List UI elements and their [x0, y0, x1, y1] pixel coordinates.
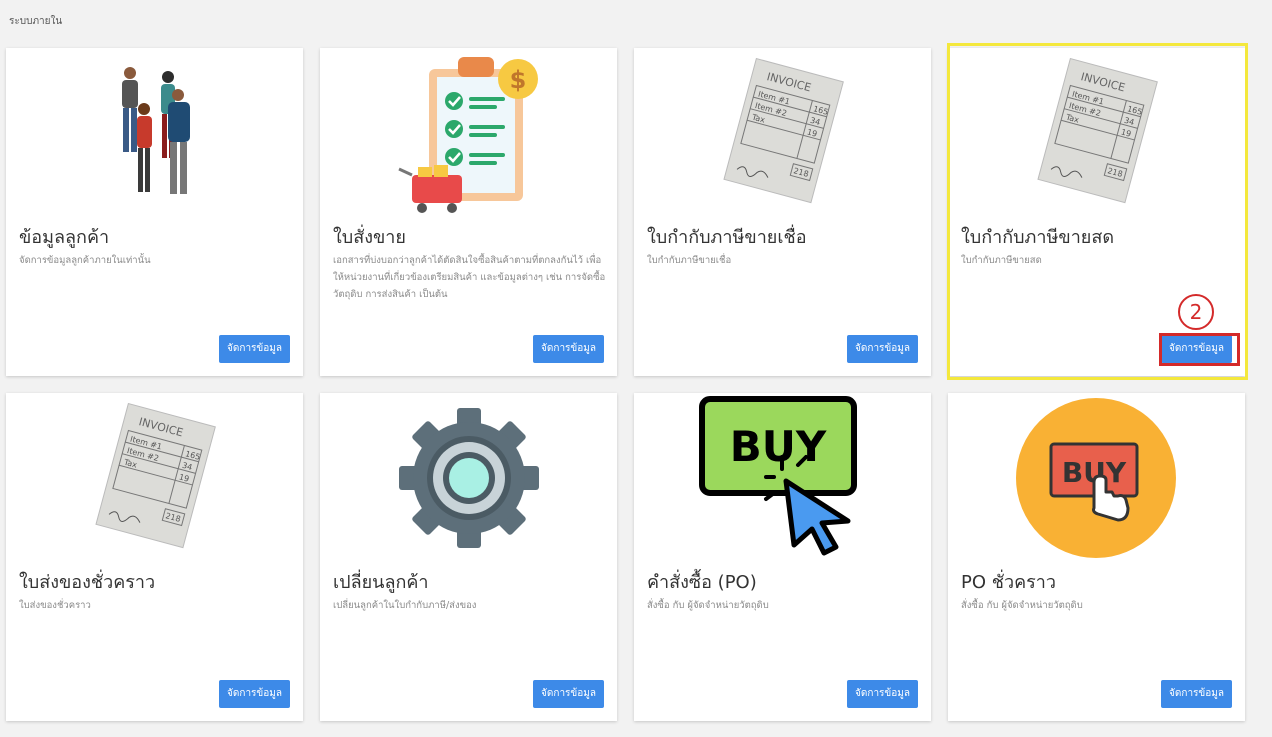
- card-title: เปลี่ยนลูกค้า: [333, 572, 429, 593]
- svg-text:$: $: [509, 66, 526, 94]
- highlight-frame-red: [1159, 333, 1240, 366]
- gear-icon: [320, 393, 617, 563]
- card-title: ใบสั่งขาย: [333, 227, 406, 248]
- people-icon: [6, 48, 303, 218]
- page-title: ระบบภายใน: [9, 16, 63, 27]
- card-change-customer: เปลี่ยนลูกค้า เปลี่ยนลูกค้าในใบกำกับภาษี…: [320, 393, 617, 721]
- manage-data-button[interactable]: จัดการข้อมูล: [1161, 680, 1232, 708]
- buy-circle-icon: BUY: [948, 393, 1245, 563]
- manage-data-button[interactable]: จัดการข้อมูล: [533, 335, 604, 363]
- card-credit-tax-invoice: INVOICE Item #1 Item #2 Tax 165 34 19 21…: [634, 48, 931, 376]
- manage-data-button[interactable]: จัดการข้อมูล: [847, 335, 918, 363]
- card-description: ใบกำกับภาษีขายเชื่อ: [647, 255, 732, 266]
- card-description: สั่งซื้อ กับ ผู้จัดจำหน่ายวัตถุดิบ: [961, 600, 1083, 611]
- buy-click-icon: BUY: [634, 393, 931, 558]
- card-temporary-delivery-note: INVOICE Item #1 Item #2 Tax 165 34 19 21…: [6, 393, 303, 721]
- card-title: ใบส่งของชั่วคราว: [19, 572, 156, 593]
- manage-data-button[interactable]: จัดการข้อมูล: [533, 680, 604, 708]
- invoice-icon: INVOICE Item #1 Item #2 Tax 165 34 19 21…: [634, 48, 931, 218]
- card-description: สั่งซื้อ กับ ผู้จัดจำหน่ายวัตถุดิบ: [647, 600, 769, 611]
- step-number-badge: 2: [1178, 294, 1214, 330]
- manage-data-button[interactable]: จัดการข้อมูล: [847, 680, 918, 708]
- manage-data-button[interactable]: จัดการข้อมูล: [219, 680, 290, 708]
- card-description: จัดการข้อมูลลูกค้าภายในเท่านั้น: [19, 255, 151, 266]
- card-title: ใบกำกับภาษีขายเชื่อ: [647, 227, 807, 248]
- card-description: เอกสารที่บ่งบอกว่าลูกค้าได้ตัดสินใจซื้อส…: [333, 255, 606, 300]
- card-customer-data: ข้อมูลลูกค้า จัดการข้อมูลลูกค้าภายในเท่า…: [6, 48, 303, 376]
- card-temporary-po: BUY PO ชั่วคราว สั่งซื้อ กับ ผู้จัดจำหน่…: [948, 393, 1245, 721]
- card-title: ข้อมูลลูกค้า: [19, 227, 110, 248]
- card-description: เปลี่ยนลูกค้าในใบกำกับภาษี/ส่งของ: [333, 600, 477, 611]
- highlight-frame-yellow: [947, 43, 1248, 380]
- buy-label: BUY: [729, 422, 826, 471]
- manage-data-button[interactable]: จัดการข้อมูล: [219, 335, 290, 363]
- card-title: คำสั่งซื้อ (PO): [647, 572, 757, 593]
- checklist-icon: $: [320, 48, 617, 218]
- invoice-icon: INVOICE Item #1 Item #2 Tax 165 34 19 21…: [6, 393, 303, 563]
- card-description: ใบส่งของชั่วคราว: [19, 600, 91, 611]
- card-sales-order: $ ใบสั่งขาย เอกสารที่บ่งบอกว่าลูกค้าได้ต…: [320, 48, 617, 376]
- card-purchase-order: BUY คำสั่งซื้อ (PO) สั่งซื้อ กับ ผู้จัดจ…: [634, 393, 931, 721]
- card-title: PO ชั่วคราว: [961, 572, 1056, 593]
